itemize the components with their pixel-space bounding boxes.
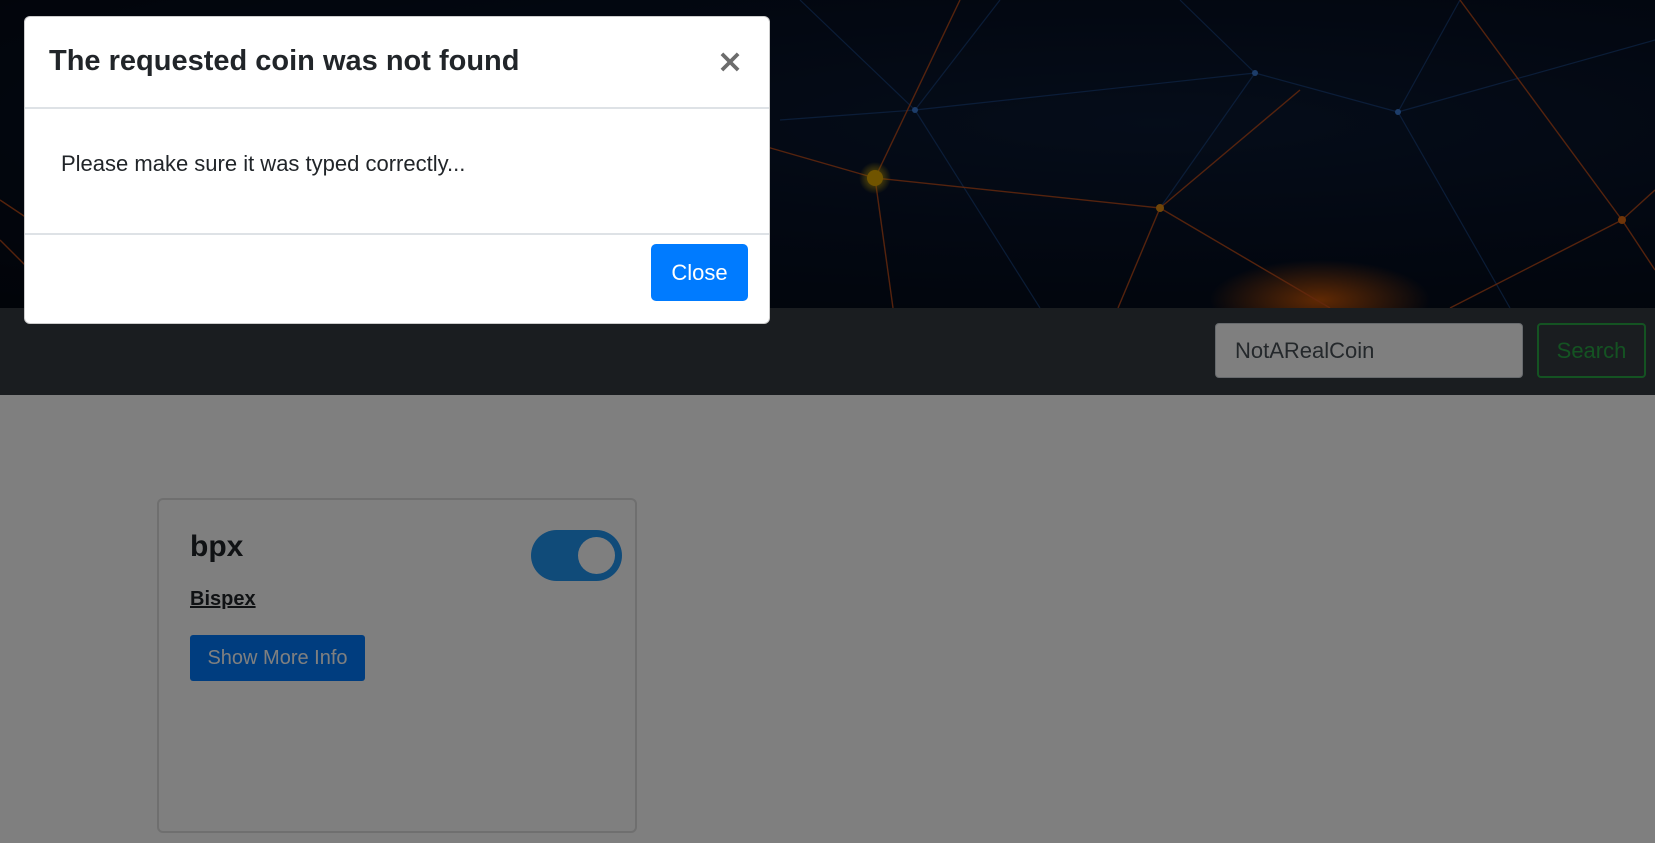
modal-close-button[interactable]: Close bbox=[651, 244, 748, 301]
modal-title: The requested coin was not found bbox=[49, 45, 520, 77]
modal-body: Please make sure it was typed correctly.… bbox=[25, 109, 769, 235]
close-icon[interactable]: × bbox=[715, 43, 745, 79]
modal-message: Please make sure it was typed correctly.… bbox=[61, 151, 466, 176]
modal-header: The requested coin was not found × bbox=[25, 17, 769, 109]
page: Search bpx Bispex Show More Info The req… bbox=[0, 0, 1655, 843]
coin-not-found-modal: The requested coin was not found × Pleas… bbox=[24, 16, 770, 324]
